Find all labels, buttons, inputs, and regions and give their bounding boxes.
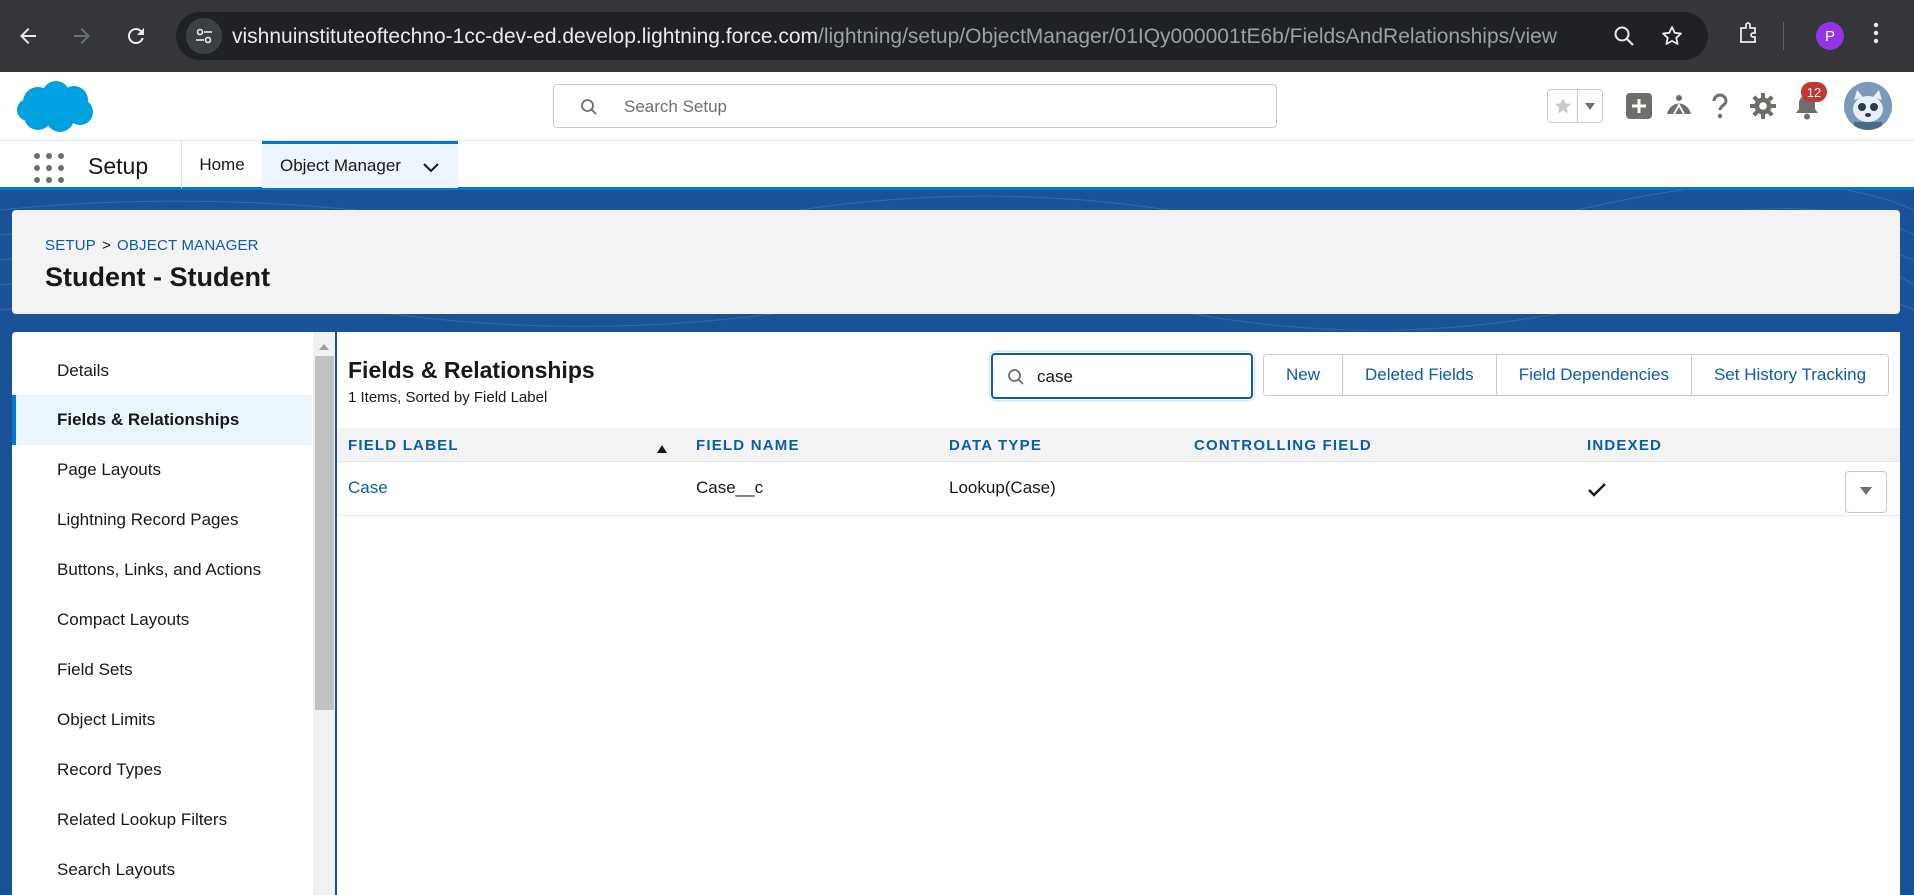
column-header-controlling-field[interactable]: CONTROLLING FIELD (1194, 437, 1372, 454)
quick-find-input[interactable] (1037, 364, 1237, 390)
url-host: vishnuinstituteoftechno-1cc-dev-ed.devel… (232, 25, 819, 48)
column-header-data-type[interactable]: DATA TYPE (949, 437, 1042, 454)
search-setup-input[interactable] (624, 93, 1244, 121)
search-icon (580, 98, 598, 121)
action-button-group: New Deleted Fields Field Dependencies Se… (1263, 354, 1890, 396)
sort-ascending-icon[interactable] (657, 440, 667, 458)
column-header-field-label[interactable]: FIELD LABEL (348, 437, 459, 454)
address-bar[interactable]: vishnuinstituteoftechno-1cc-dev-ed.devel… (176, 12, 1708, 60)
section-subtitle: 1 Items, Sorted by Field Label (348, 389, 548, 406)
search-icon (1007, 368, 1025, 391)
sidebar-item-related-lookup-filters[interactable]: Related Lookup Filters (12, 795, 312, 845)
user-avatar[interactable] (1844, 82, 1892, 130)
favorites-button[interactable] (1547, 89, 1603, 123)
more-menu-icon[interactable] (1872, 20, 1880, 51)
new-button[interactable]: New (1264, 355, 1344, 395)
url-text: vishnuinstituteoftechno-1cc-dev-ed.devel… (232, 25, 1557, 49)
quick-find-box[interactable] (991, 353, 1253, 399)
extensions-icon[interactable] (1736, 20, 1762, 51)
search-setup-box[interactable] (553, 84, 1277, 128)
url-path: /lightning/setup/ObjectManager/01IQy0000… (818, 25, 1557, 48)
favorites-dropdown-icon[interactable] (1578, 90, 1602, 122)
object-header: SETUP > OBJECT MANAGER Student - Student (12, 210, 1900, 314)
forward-icon[interactable] (64, 18, 100, 54)
sidebar-item-field-sets[interactable]: Field Sets (12, 645, 312, 695)
site-settings-icon[interactable] (186, 18, 222, 54)
app-navigation-bar: Setup Home Object Manager (0, 140, 1914, 190)
table-header: FIELD LABEL FIELD NAME DATA TYPE CONTROL… (337, 428, 1900, 462)
back-icon[interactable] (10, 18, 46, 54)
setup-gear-icon[interactable] (1749, 92, 1777, 125)
reload-icon[interactable] (118, 18, 154, 54)
scroll-up-arrow-icon[interactable] (318, 338, 330, 356)
help-icon[interactable] (1707, 92, 1733, 125)
favorite-star-icon[interactable] (1548, 90, 1578, 122)
column-header-indexed[interactable]: INDEXED (1587, 437, 1662, 454)
nav-tab-home-label: Home (199, 154, 245, 174)
sidebar-item-fields-relationships[interactable]: Fields & Relationships (12, 395, 312, 445)
breadcrumb-setup-link[interactable]: SETUP (45, 237, 96, 254)
breadcrumb: SETUP > OBJECT MANAGER (45, 237, 259, 254)
notification-count-badge: 12 (1801, 82, 1827, 102)
global-actions-icon[interactable] (1625, 92, 1653, 125)
app-launcher-icon[interactable] (34, 153, 64, 183)
breadcrumb-separator: > (102, 237, 111, 254)
object-sidebar: Details Fields & Relationships Page Layo… (12, 332, 335, 895)
set-history-tracking-button[interactable]: Set History Tracking (1691, 355, 1889, 395)
sidebar-item-details[interactable]: Details (12, 346, 312, 396)
app-name: Setup (88, 153, 149, 179)
deleted-fields-button[interactable]: Deleted Fields (1343, 355, 1497, 395)
salesforce-logo[interactable] (16, 78, 96, 139)
section-title: Fields & Relationships (348, 357, 595, 383)
sidebar-item-page-layouts[interactable]: Page Layouts (12, 445, 312, 495)
browser-toolbar: vishnuinstituteoftechno-1cc-dev-ed.devel… (0, 0, 1914, 72)
chevron-down-icon (1859, 483, 1873, 501)
profile-avatar[interactable]: P (1816, 22, 1844, 50)
nav-tab-object-manager[interactable]: Object Manager (262, 141, 458, 188)
fields-relationships-panel: Fields & Relationships 1 Items, Sorted b… (337, 332, 1900, 895)
sidebar-item-buttons-links-actions[interactable]: Buttons, Links, and Actions (12, 545, 312, 595)
toolbar-divider (1783, 22, 1784, 50)
sidebar-item-search-layouts[interactable]: Search Layouts (12, 845, 312, 895)
sidebar-item-compact-layouts[interactable]: Compact Layouts (12, 595, 312, 645)
indexed-checkmark-icon (1587, 482, 1607, 503)
sidebar-item-object-limits[interactable]: Object Limits (12, 695, 312, 745)
chevron-down-icon[interactable] (422, 159, 440, 179)
column-header-field-name[interactable]: FIELD NAME (696, 437, 800, 454)
row-actions-dropdown[interactable] (1845, 471, 1887, 513)
field-label-link[interactable]: Case (348, 478, 388, 498)
sidebar-item-record-types[interactable]: Record Types (12, 745, 312, 795)
sidebar-item-lightning-record-pages[interactable]: Lightning Record Pages (12, 495, 312, 545)
table-row: Case Case__c Lookup(Case) (337, 462, 1900, 516)
zoom-icon[interactable] (1612, 24, 1636, 53)
nav-tab-object-manager-label: Object Manager (280, 156, 401, 175)
global-header: 12 (0, 72, 1914, 140)
trailhead-icon[interactable] (1665, 92, 1693, 125)
data-type-cell: Lookup(Case) (949, 478, 1056, 497)
content-area: SETUP > OBJECT MANAGER Student - Student D… (0, 190, 1914, 895)
field-dependencies-button[interactable]: Field Dependencies (1496, 355, 1692, 395)
sidebar-scrollbar-thumb[interactable] (315, 356, 334, 710)
page-title: Student - Student (45, 262, 270, 292)
nav-tab-home[interactable]: Home (182, 141, 262, 188)
bookmark-star-icon[interactable] (1660, 24, 1684, 53)
field-name-cell: Case__c (696, 478, 764, 497)
breadcrumb-object-manager-link[interactable]: OBJECT MANAGER (117, 237, 259, 254)
